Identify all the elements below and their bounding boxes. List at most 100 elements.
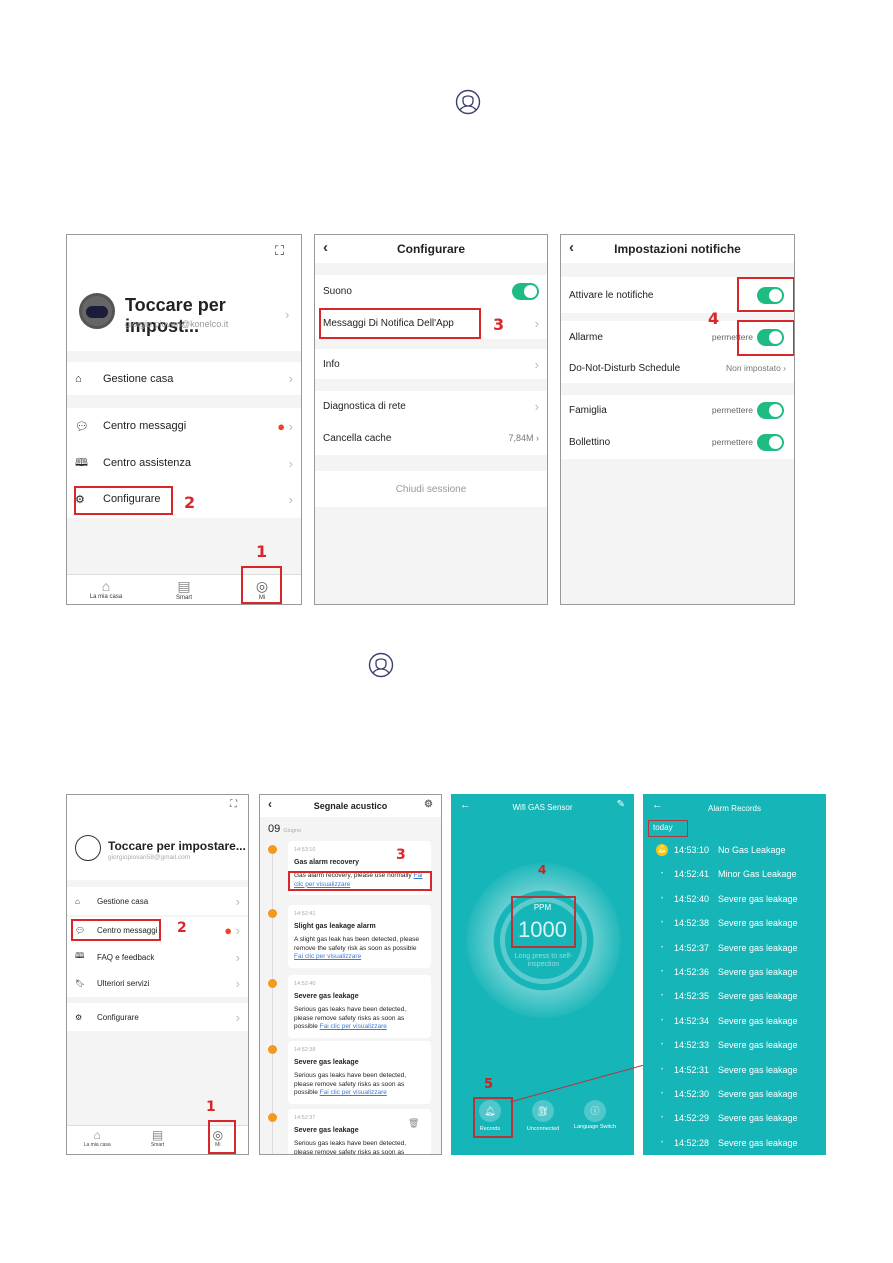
menu-gestione-casa[interactable]: ⌂ Gestione casa › xyxy=(67,887,248,915)
menu-centro-messaggi[interactable]: 💬︎ Centro messaggi ● › xyxy=(67,411,301,441)
view-link[interactable]: Fai clic per visualizzare xyxy=(320,1089,387,1096)
message-card[interactable]: 14:52:37 Severe gas leakage Serious gas le… xyxy=(288,1109,431,1154)
alert-icon xyxy=(268,1113,277,1122)
highlight-box xyxy=(288,871,432,891)
menu-centro-assistenza[interactable]: 🕮 Centro assistenza › xyxy=(67,448,301,478)
timeline-line xyxy=(272,849,273,1154)
record-text: Severe gas leakage xyxy=(718,1113,798,1124)
setting-bollettino: Bollettino permettere xyxy=(561,425,794,459)
message-title: Severe gas leakage xyxy=(294,993,359,1001)
step-2-label: 2 xyxy=(184,493,196,512)
alert-icon xyxy=(268,845,277,854)
user-profile-icon xyxy=(455,89,481,115)
logout-button[interactable]: Chiudi sessione xyxy=(315,471,547,507)
cache-size: 7,84M xyxy=(508,433,534,443)
connection-status-button[interactable]: ⛽︎ Unconnected xyxy=(520,1100,566,1132)
trash-icon[interactable]: 🗑︎ xyxy=(408,1118,419,1129)
tab-la-mia-casa[interactable]: ⌂ La mia casa xyxy=(67,1126,127,1154)
menu-gestione-casa[interactable]: ⌂ Gestione casa › xyxy=(67,362,301,395)
highlight-box xyxy=(473,1097,513,1138)
menu-more-services[interactable]: 🔖︎ Ulteriori servizi › xyxy=(67,970,248,996)
profile-name[interactable]: Toccare per impostare... xyxy=(108,839,246,853)
highlight-box xyxy=(511,896,576,948)
bullet-icon: • xyxy=(660,1115,664,1122)
header: ‹ Segnale acustico ⚙ xyxy=(260,795,441,817)
menu-configurare[interactable]: ⚙ Configurare › xyxy=(67,1003,248,1031)
highlight-box xyxy=(241,566,282,604)
back-icon[interactable]: ‹ xyxy=(569,239,574,256)
chevron-right-icon: › xyxy=(534,398,539,414)
chevron-right-icon: › xyxy=(288,371,293,386)
message-card[interactable]: 14:52:41 Slight gas leakage alarm A slight… xyxy=(288,905,431,969)
record-text: Severe gas leakage xyxy=(718,918,798,929)
step-5-label: 5 xyxy=(484,1077,494,1092)
record-text: Severe gas leakage xyxy=(718,1015,798,1026)
record-text: Severe gas leakage xyxy=(718,1089,798,1099)
back-icon[interactable]: ‹ xyxy=(323,239,328,256)
step-1-label: 1 xyxy=(206,1099,216,1115)
setting-clear-cache[interactable]: Cancella cache 7,84M › xyxy=(315,421,547,455)
back-icon[interactable]: ‹ xyxy=(268,797,272,811)
record-row: • 14:52:36 Severe gas leakage xyxy=(650,960,825,984)
profile-name[interactable]: Toccare per impost... xyxy=(125,295,301,337)
record-text: Severe gas leakage xyxy=(718,1137,798,1148)
record-time: 14:52:33 xyxy=(674,1040,710,1051)
record-text: Severe gas leakage xyxy=(718,1064,798,1075)
bullet-icon: • xyxy=(660,969,664,975)
tab-smart[interactable]: ▤ Smart xyxy=(145,575,223,604)
avatar[interactable] xyxy=(75,835,101,861)
language-switch-button[interactable]: ⓘ Language Switch xyxy=(572,1100,618,1130)
step-1-label: 1 xyxy=(256,542,268,561)
scan-icon[interactable]: ⛶ xyxy=(230,799,237,810)
profile-email: giorgio.piovan@konelco.it xyxy=(125,319,229,329)
record-time: 14:52:37 xyxy=(674,942,710,953)
chevron-right-icon: › xyxy=(288,491,293,507)
view-link[interactable]: Fai clic per visualizzare xyxy=(294,953,361,960)
scan-icon[interactable]: ⛶ xyxy=(275,243,284,259)
bullet-icon: • xyxy=(660,920,664,927)
tab-smart[interactable]: ▤ Smart xyxy=(127,1126,187,1154)
configure-screen: ‹ Configurare Suono Messaggi Di Notifica … xyxy=(314,234,548,605)
page-title: Segnale acustico xyxy=(313,801,388,811)
record-row: • 14:52:28 Severe gas leakage xyxy=(650,1131,825,1154)
home-tab-icon: ⌂ xyxy=(93,1128,101,1142)
book-icon: 🕮 xyxy=(75,456,88,469)
message-center-screen: ‹ Segnale acustico ⚙ 09 Giugno 14:53:10 Gas… xyxy=(259,794,442,1155)
message-time: 14:52:38 xyxy=(294,1047,316,1053)
setting-network-diagnostics[interactable]: Diagnostica di rete › xyxy=(315,391,547,421)
highlight-box xyxy=(71,919,161,941)
record-row: • 14:52:37 Severe gas leakage xyxy=(650,936,825,960)
user-profile-icon xyxy=(368,652,394,678)
settings-icon[interactable]: ⚙ xyxy=(424,799,433,810)
bullet-icon: • xyxy=(660,895,664,902)
record-text: Severe gas leakage xyxy=(718,893,798,904)
message-time: 14:52:41 xyxy=(294,911,316,917)
bullet-icon: • xyxy=(660,871,664,878)
message-time: 14:52:37 xyxy=(294,1115,316,1121)
bulletin-toggle[interactable] xyxy=(757,433,784,451)
notification-dot: ● xyxy=(277,418,286,434)
record-time: 14:52:28 xyxy=(674,1137,710,1148)
sound-toggle[interactable] xyxy=(512,282,539,300)
menu-faq[interactable]: 🕮 FAQ e feedback › xyxy=(67,944,248,970)
notification-dot: ● xyxy=(224,923,233,938)
setting-dnd-schedule[interactable]: Do-Not-Disturb Schedule Non impostato › xyxy=(561,353,794,383)
page-title: Wifi GAS Sensor xyxy=(512,803,573,812)
chat-icon: 💬︎ xyxy=(75,420,89,433)
highlight-box xyxy=(74,486,173,515)
bell-icon: 🔔︎ xyxy=(650,844,674,856)
edit-icon[interactable]: ✎ xyxy=(617,799,625,810)
bullet-icon: • xyxy=(660,1017,664,1024)
view-link[interactable]: Fai clic per visualizzare xyxy=(320,1023,387,1030)
setting-info[interactable]: Info › xyxy=(315,349,547,379)
avatar[interactable] xyxy=(79,293,115,329)
tab-la-mia-casa[interactable]: ⌂ La mia casa xyxy=(67,575,145,604)
message-card[interactable]: 14:52:40 Severe gas leakage Serious gas le… xyxy=(288,975,431,1039)
message-body: A slight gas leak has been detected, ple… xyxy=(294,935,420,952)
message-card[interactable]: 14:52:38 Severe gas leakage Serious gas le… xyxy=(288,1041,431,1105)
home-tab-icon: ⌂ xyxy=(101,578,111,594)
alert-icon xyxy=(268,979,277,988)
record-time: 14:53:10 xyxy=(674,845,710,855)
chevron-right-icon: › xyxy=(235,893,240,909)
family-toggle[interactable] xyxy=(757,401,784,419)
